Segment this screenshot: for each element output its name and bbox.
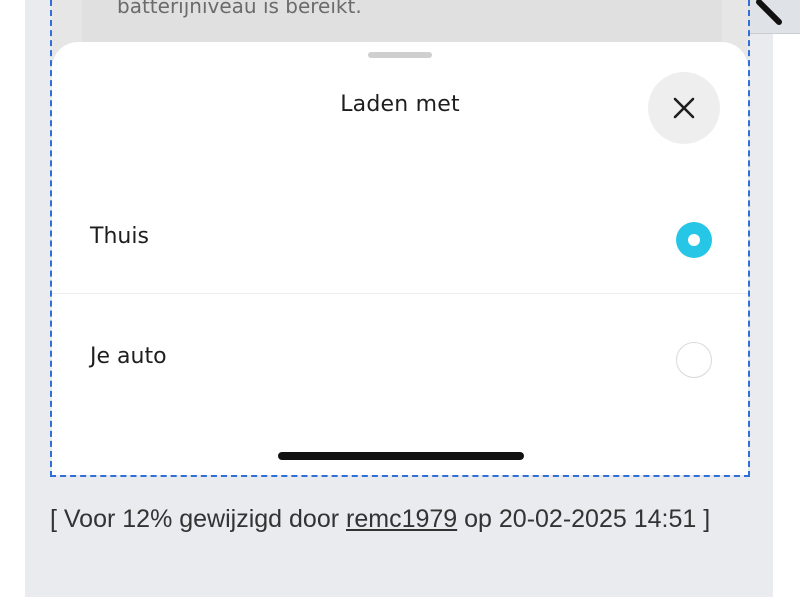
sheet-title: Laden met [340,92,460,117]
close-button[interactable] [648,72,720,144]
option-row-thuis[interactable]: Thuis [52,184,748,294]
divider [52,293,748,294]
sheet-grabber[interactable] [368,52,432,58]
bottom-sheet: Laden met Thuis Je auto [52,42,748,475]
close-icon [673,97,695,119]
backdrop-text: batterijniveau is bereikt. [117,0,362,18]
radio-selected[interactable] [676,222,712,258]
embedded-screenshot: batterijniveau is bereikt. Laden met Thu… [50,0,750,477]
option-label: Thuis [90,224,149,249]
user-link[interactable]: remc1979 [346,505,457,533]
pencil-icon [756,0,782,25]
edit-note-suffix: op 20-02-2025 14:51 ] [457,505,711,533]
option-row-je-auto[interactable]: Je auto [52,304,748,414]
radio-unselected[interactable] [676,342,712,378]
option-label: Je auto [90,344,167,369]
edit-note: [ Voor 12% gewijzigd door remc1979 op 20… [50,504,730,535]
edit-note-prefix: [ Voor 12% gewijzigd door [50,505,347,533]
home-indicator [278,452,524,460]
